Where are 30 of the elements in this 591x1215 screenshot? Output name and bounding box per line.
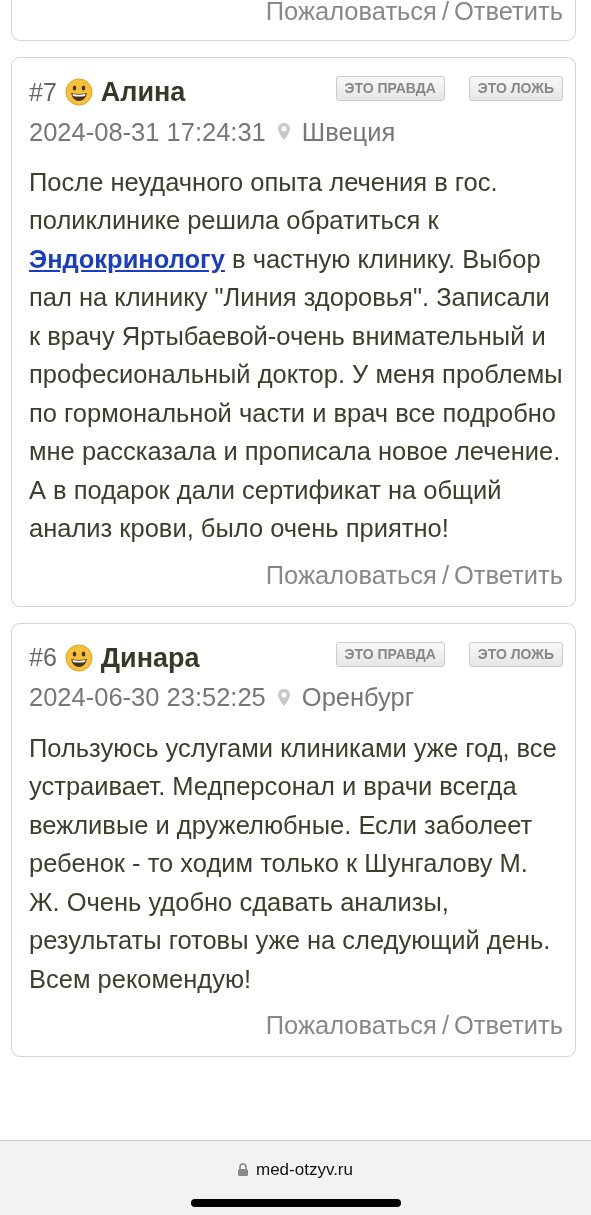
- specialist-link[interactable]: Эндокринологу: [29, 244, 225, 273]
- review-number: #7: [29, 76, 57, 108]
- review-date: 2024-06-30 23:52:25: [29, 682, 266, 714]
- vote-button[interactable]: ЭТО ПРАВДА: [335, 76, 445, 101]
- vote-button[interactable]: ЭТО ПРАВДА: [335, 641, 445, 667]
- location-pin-icon: [277, 688, 290, 706]
- smiley-icon: [64, 78, 93, 107]
- complain-link[interactable]: Пожаловаться: [265, 559, 437, 590]
- review-location: Швеция: [301, 116, 396, 148]
- author-name: Алина: [100, 76, 186, 109]
- review-date: 2024-08-31 17:24:31: [29, 116, 266, 148]
- address-text: med-otzyv.ru: [256, 1159, 353, 1181]
- review-text: Пользуюсь услугами клиниками уже год, все устраивает. Медперсонал и врачи всегда вежливые и дружелюбные. Если заболеет ребенок - то ходим только к Шунгалову М. Ж. Очень удобно сдавать анализы, результаты готовы уже на следующий день. Всем рекомендую!: [29, 732, 558, 995]
- separator: /: [441, 1010, 449, 1040]
- lock-icon: [238, 1163, 248, 1177]
- complain-link[interactable]: Пожаловаться: [265, 1010, 437, 1040]
- review-text: После неудачного опыта лечения в гос. поликлинике решила обратиться к Эндокринологу в частную клинику. Выбор пал на клинику "Линия здоровья". Записали к врачу Яртыбаевой-очень внимательный и професиональный доктор. У меня проблемы по гормональной части и врач все подробно мне рассказала и прописала новое лечение. А в подарок дали сертификат на общий анализ крови, было очень приятно!: [29, 166, 563, 545]
- review-number: #6: [29, 642, 57, 674]
- vote-button[interactable]: ЭТО ЛОЖЬ: [468, 641, 563, 667]
- review-location: Оренбург: [301, 682, 415, 714]
- complain-link[interactable]: Пожаловаться: [265, 0, 437, 26]
- author-name: Динара: [100, 641, 200, 675]
- reply-link[interactable]: Ответить: [454, 1010, 563, 1040]
- reply-link[interactable]: Ответить: [454, 0, 563, 26]
- separator: /: [441, 559, 449, 590]
- vote-button[interactable]: ЭТО ЛОЖЬ: [468, 76, 563, 101]
- smiley-icon: [64, 644, 93, 672]
- separator: /: [441, 0, 449, 26]
- location-pin-icon: [277, 123, 290, 141]
- reply-link[interactable]: Ответить: [454, 559, 563, 590]
